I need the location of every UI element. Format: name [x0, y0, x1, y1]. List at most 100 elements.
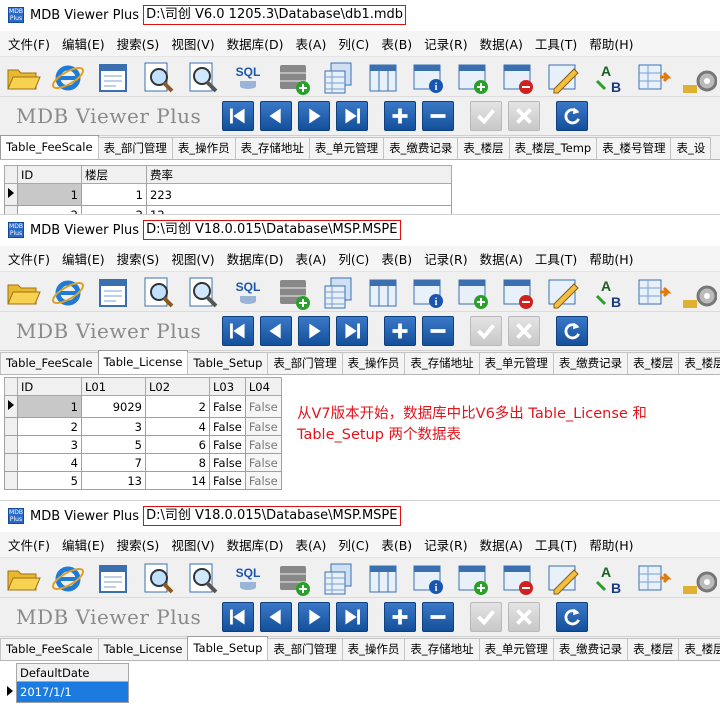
tab-table[interactable]: 表_操作员 [341, 352, 406, 374]
menu-item[interactable]: 编辑(E) [56, 34, 111, 53]
internet-explorer-icon[interactable] [49, 560, 87, 596]
menu-item[interactable]: 帮助(H) [583, 34, 639, 53]
delete-record-button[interactable] [422, 316, 454, 346]
tab-table[interactable]: 表_楼层 [627, 638, 680, 660]
tab-table[interactable]: 表_楼层 [678, 638, 720, 660]
settings-icon[interactable] [679, 59, 718, 95]
columns-icon[interactable] [364, 274, 402, 310]
next-record-button[interactable] [298, 316, 330, 346]
column-header[interactable]: L03 [209, 377, 246, 396]
cell[interactable]: 5 [17, 471, 82, 490]
open-folder-icon[interactable] [4, 560, 42, 596]
menu-item[interactable]: 编辑(E) [56, 249, 111, 268]
menu-item[interactable]: 工具(T) [529, 34, 583, 53]
delete-record-button[interactable] [422, 602, 454, 632]
menu-item[interactable]: 表(B) [375, 34, 418, 53]
menu-item[interactable]: 数据(A) [474, 249, 529, 268]
menu-item[interactable]: 记录(R) [418, 535, 473, 554]
menu-item[interactable]: 视图(V) [165, 535, 220, 554]
tab-table[interactable]: Table_Setup [187, 636, 269, 660]
cell[interactable]: 4 [17, 453, 82, 472]
convert-ab-icon[interactable]: AB [589, 59, 627, 95]
add-record-button[interactable] [384, 101, 416, 131]
menu-item[interactable]: 数据库(D) [221, 535, 290, 554]
tab-table[interactable]: 表_缴费记录 [552, 352, 629, 374]
refresh-record-button[interactable] [556, 602, 588, 632]
cell[interactable]: 4 [145, 417, 210, 436]
export-icon[interactable] [634, 59, 672, 95]
open-folder-icon[interactable] [4, 59, 42, 95]
tab-table[interactable]: 表_楼层 [678, 352, 720, 374]
cell[interactable]: 1 [17, 183, 82, 206]
tab-table[interactable]: Table_Setup [187, 352, 269, 374]
cell[interactable]: 5 [81, 435, 146, 454]
tab-table[interactable]: 表_操作员 [341, 638, 406, 660]
prev-record-button[interactable] [260, 101, 292, 131]
columns-icon[interactable] [364, 560, 402, 596]
tab-table[interactable]: 表_楼层_Temp [508, 137, 598, 159]
menu-item[interactable]: 表(B) [375, 535, 418, 554]
menu-item[interactable]: 表(A) [290, 34, 333, 53]
column-header[interactable]: ID [17, 377, 82, 396]
tab-table[interactable]: 表_楼号管理 [596, 137, 672, 159]
tab-table[interactable]: Table_License [97, 350, 189, 374]
next-record-button[interactable] [298, 101, 330, 131]
cell[interactable]: 7 [81, 453, 146, 472]
table-info-icon[interactable]: i [409, 560, 447, 596]
tables-icon[interactable] [319, 274, 357, 310]
cancel-record-button[interactable] [508, 316, 540, 346]
cell[interactable]: False [244, 435, 282, 454]
tables-icon[interactable] [319, 560, 357, 596]
table-delete-icon[interactable] [499, 274, 537, 310]
post-record-button[interactable] [470, 101, 502, 131]
last-record-button[interactable] [336, 101, 368, 131]
menu-item[interactable]: 数据库(D) [221, 249, 290, 268]
menu-item[interactable]: 文件(F) [2, 535, 56, 554]
menu-item[interactable]: 数据(A) [474, 535, 529, 554]
add-record-button[interactable] [384, 602, 416, 632]
tab-table[interactable]: 表_楼层 [627, 352, 680, 374]
cell[interactable]: False [209, 435, 246, 454]
find-icon[interactable] [139, 274, 177, 310]
first-record-button[interactable] [222, 316, 254, 346]
tab-table[interactable]: 表_存储地址 [234, 137, 310, 159]
window-icon[interactable] [94, 59, 132, 95]
cancel-record-button[interactable] [508, 101, 540, 131]
cell[interactable]: 2 [17, 417, 82, 436]
internet-explorer-icon[interactable] [49, 274, 87, 310]
tab-table[interactable]: Table_FeeScale [0, 352, 99, 374]
tab-table[interactable]: 表_部门管理 [267, 352, 343, 374]
column-header[interactable]: 费率 [146, 165, 452, 184]
cell[interactable]: 2 [81, 205, 147, 214]
menu-item[interactable]: 搜索(S) [111, 535, 166, 554]
menu-item[interactable]: 列(C) [332, 535, 375, 554]
cell[interactable]: 8 [145, 453, 210, 472]
table-info-icon[interactable]: i [409, 274, 447, 310]
tab-table[interactable]: 表_设 [670, 137, 712, 159]
cell[interactable]: 6 [145, 435, 210, 454]
tab-table[interactable]: 表_存储地址 [404, 638, 480, 660]
cell[interactable]: 2 [17, 205, 82, 214]
cell[interactable]: 3 [17, 435, 82, 454]
tab-table[interactable]: 表_缴费记录 [552, 638, 629, 660]
find-icon[interactable] [139, 560, 177, 596]
tab-table[interactable]: 表_楼层 [457, 137, 510, 159]
database-add-icon[interactable] [274, 560, 312, 596]
menu-item[interactable]: 表(A) [290, 535, 333, 554]
cell[interactable]: 14 [145, 471, 210, 490]
table-delete-icon[interactable] [499, 59, 537, 95]
edit-icon[interactable] [544, 560, 582, 596]
cell[interactable]: 1 [17, 395, 82, 418]
cell[interactable]: 13 [81, 471, 146, 490]
edit-icon[interactable] [544, 59, 582, 95]
export-icon[interactable] [634, 560, 672, 596]
menu-item[interactable]: 帮助(H) [583, 249, 639, 268]
tab-table[interactable]: 表_操作员 [171, 137, 236, 159]
find-advanced-icon[interactable] [184, 560, 222, 596]
menu-item[interactable]: 搜索(S) [111, 34, 166, 53]
prev-record-button[interactable] [260, 316, 292, 346]
tab-table[interactable]: Table_FeeScale [0, 638, 99, 660]
menu-item[interactable]: 视图(V) [165, 249, 220, 268]
table-info-icon[interactable]: i [409, 59, 447, 95]
menu-item[interactable]: 帮助(H) [583, 535, 639, 554]
